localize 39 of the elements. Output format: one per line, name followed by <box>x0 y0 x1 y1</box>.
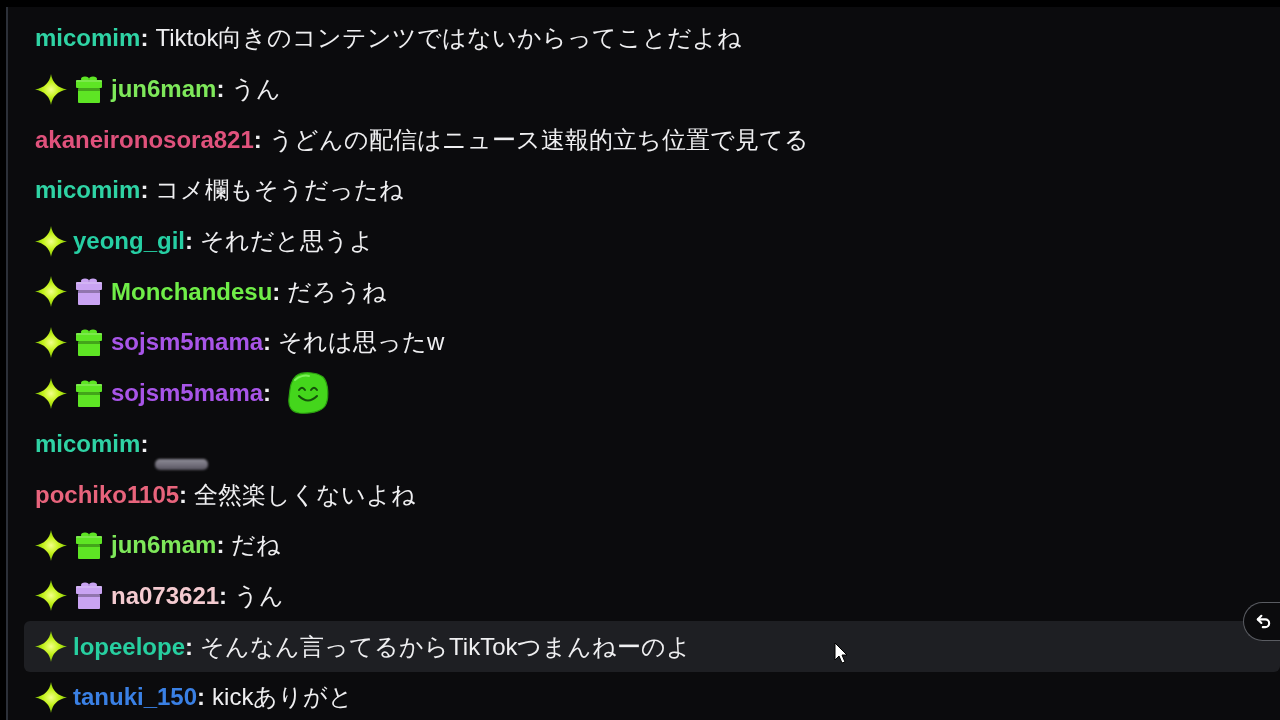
username[interactable]: lopeelope: <box>73 632 194 661</box>
sparkle-badge-icon <box>35 276 67 308</box>
message-text: Tiktok向きのコンテンツではないからってことだよね <box>155 23 743 54</box>
sparkle-badge-icon <box>35 631 67 663</box>
username[interactable]: pochiko1105: <box>35 480 188 509</box>
message-text: それは思ったw <box>278 327 445 358</box>
mouse-pointer-icon <box>834 642 848 664</box>
message-text: だろうね <box>287 276 388 307</box>
sparkle-badge-icon <box>35 326 67 358</box>
sparkle-badge-icon <box>35 225 67 257</box>
message-text: だね <box>231 530 282 561</box>
username[interactable]: micomim: <box>35 24 149 53</box>
message-text: うん <box>234 580 285 611</box>
smiley-emote-icon <box>287 372 330 415</box>
sparkle-badge-icon <box>35 377 67 409</box>
message-text: それだと思うよ <box>200 226 375 257</box>
message-text: 全然楽しくないよね <box>194 479 417 510</box>
undo-arrow-icon <box>1254 613 1272 630</box>
blurred-emote-placeholder <box>155 459 209 471</box>
username[interactable]: sojsm5mama: <box>111 379 272 408</box>
message-text: うん <box>231 74 282 105</box>
username[interactable]: tanuki_150: <box>73 683 206 712</box>
message-text: そんなん言ってるからTikTokつまんねーのよ <box>200 631 692 662</box>
username[interactable]: na073621: <box>111 581 228 610</box>
username[interactable]: yeong_gil: <box>73 227 194 256</box>
username[interactable]: micomim: <box>35 176 149 205</box>
message-text: うどんの配信はニュース速報的立ち位置で見てる <box>268 124 809 155</box>
sparkle-badge-icon <box>35 681 67 713</box>
username[interactable]: micomim: <box>35 429 149 458</box>
sparkle-badge-icon <box>35 529 67 561</box>
message-text: kickありがと <box>212 682 354 713</box>
username[interactable]: akaneironosora821: <box>35 125 262 154</box>
message-text: コメ欄もそうだったね <box>155 175 405 206</box>
username[interactable]: Monchandesu: <box>111 277 281 306</box>
username[interactable]: jun6mam: <box>111 75 225 104</box>
sparkle-badge-icon <box>35 580 67 612</box>
sparkle-badge-icon <box>35 73 67 105</box>
username[interactable]: jun6mam: <box>111 531 225 560</box>
username[interactable]: sojsm5mama: <box>111 328 272 357</box>
